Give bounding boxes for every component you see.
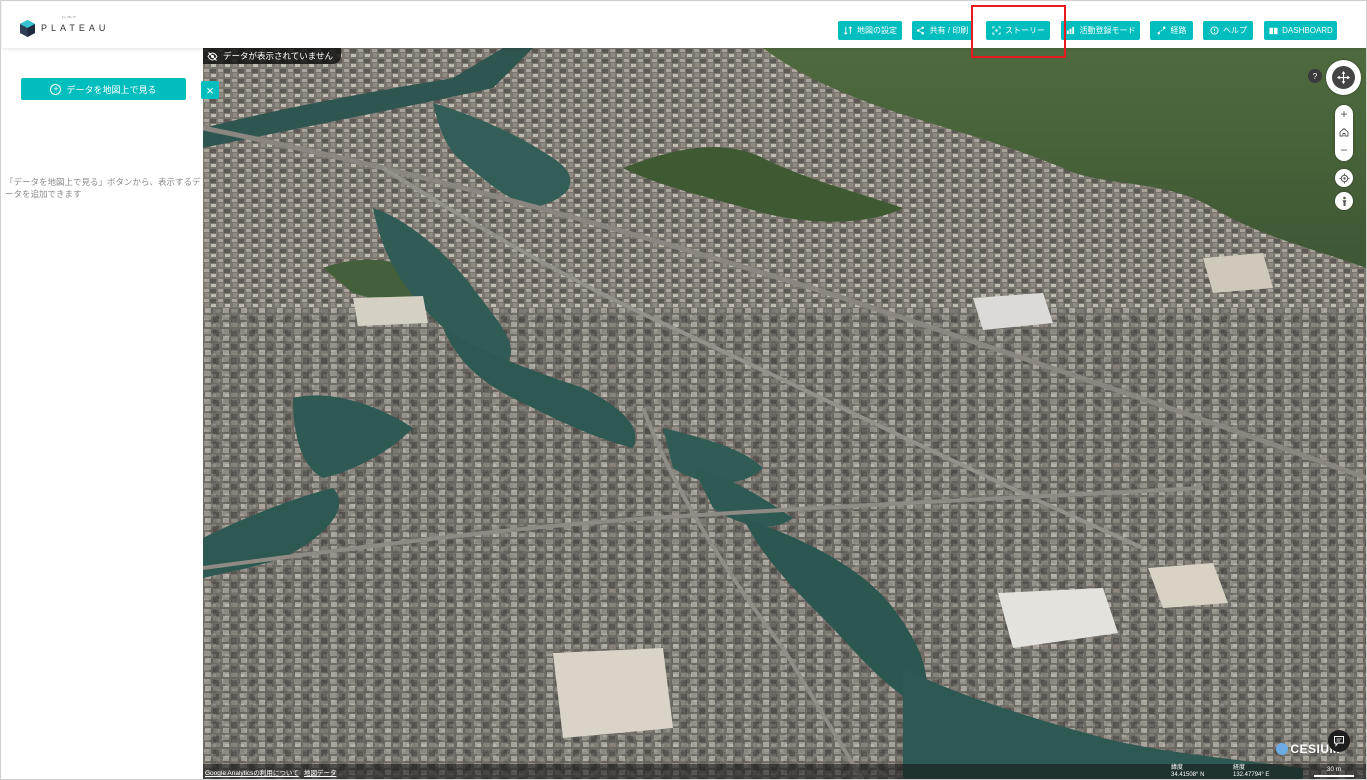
pan-arrows-icon [1332, 66, 1355, 89]
story-label: ストーリー [1005, 26, 1045, 35]
no-data-badge: データが表示されていません [203, 48, 341, 64]
cesium-mark-icon [1276, 743, 1289, 755]
longitude-value: 132.47794° E [1233, 772, 1270, 778]
sidebar: + データを地図上で見る 「データを地図上で見る」ボタンから、表示するデータを追… [2, 48, 203, 779]
analytics-link[interactable]: Google Analyticsの利用について [205, 767, 299, 777]
route-icon [1157, 26, 1167, 36]
home-icon [1339, 127, 1349, 137]
dashboard-label: DASHBOARD [1282, 26, 1333, 35]
share-print-label: 共有 / 印刷 [929, 26, 969, 35]
add-data-button[interactable]: + データを地図上で見る [21, 78, 186, 100]
zoom-out-button[interactable]: − [1335, 141, 1353, 159]
crosshair-icon [1339, 173, 1349, 183]
activity-mode-label: 活動登録モード [1079, 26, 1136, 35]
close-icon: × [206, 82, 214, 98]
map-viewport[interactable]: データが表示されていません ? + − CESIUM Google Analyt… [203, 48, 1366, 779]
map-settings-button[interactable]: 地図の設定 [838, 21, 902, 40]
sidebar-empty-hint: 「データを地図上で見る」ボタンから、表示するデータを追加できます [5, 177, 201, 199]
navigation-controls: ? + − [1286, 48, 1366, 248]
longitude-label: 経度 [1233, 765, 1246, 771]
route-button[interactable]: 経路 [1150, 21, 1193, 40]
map-help-button[interactable]: ? [1308, 69, 1322, 83]
longitude-readout: 経度 132.47794° E [1233, 765, 1269, 779]
chart-icon [1066, 26, 1076, 36]
person-icon [1342, 196, 1346, 206]
toolbar: 地図の設定 共有 / 印刷 ストーリー 活動登録モード 経路 ヘルプ DASHB… [2, 21, 1366, 40]
pedestrian-mode-button[interactable] [1335, 192, 1353, 210]
focus-frame-icon [991, 26, 1001, 36]
map-help-label: ? [1312, 71, 1318, 81]
share-print-button[interactable]: 共有 / 印刷 [912, 21, 972, 40]
scale-bar [1314, 775, 1354, 777]
plus-circle-icon: + [50, 83, 62, 95]
latitude-value: 34.41508° N [1171, 772, 1205, 778]
zoom-in-button[interactable]: + [1335, 105, 1353, 123]
share-icon [916, 26, 926, 36]
sort-arrows-icon [843, 26, 853, 36]
dashboard-button[interactable]: DASHBOARD [1264, 21, 1337, 40]
latitude-label: 緯度 [1171, 765, 1184, 771]
map-settings-label: 地図の設定 [857, 26, 897, 35]
compass-control[interactable] [1326, 60, 1361, 95]
feedback-button[interactable] [1328, 730, 1350, 752]
eye-off-icon [207, 51, 218, 61]
map-data-link[interactable]: 地図データ [304, 767, 337, 777]
my-location-button[interactable] [1335, 169, 1353, 187]
route-label: 経路 [1170, 26, 1187, 35]
add-data-label: データを地図上で見る [66, 84, 157, 95]
home-button[interactable] [1335, 123, 1353, 141]
help-circle-icon [1209, 26, 1219, 36]
header: PLATEAU by MLIT 地図の設定 共有 / 印刷 ストーリー 活動登録… [2, 2, 1366, 48]
scale-label: 30 m [1326, 766, 1342, 773]
map-footer: Google Analyticsの利用について 地図データ 緯度 34.4150… [203, 764, 1366, 779]
aerial-3d-city-view [203, 48, 1366, 779]
chat-icon [1334, 736, 1344, 747]
no-data-text: データが表示されていません [223, 51, 333, 61]
close-sidebar-button[interactable]: × [201, 81, 219, 99]
help-button[interactable]: ヘルプ [1203, 21, 1253, 40]
latitude-readout: 緯度 34.41508° N [1171, 765, 1204, 779]
book-icon [1268, 26, 1278, 36]
story-button[interactable]: ストーリー [986, 21, 1050, 40]
help-label: ヘルプ [1223, 26, 1247, 35]
logo-subtext: by MLIT [62, 15, 77, 19]
activity-mode-button[interactable]: 活動登録モード [1061, 21, 1140, 40]
app-window: PLATEAU by MLIT 地図の設定 共有 / 印刷 ストーリー 活動登録… [0, 0, 1367, 780]
zoom-controls: + − [1335, 105, 1353, 161]
